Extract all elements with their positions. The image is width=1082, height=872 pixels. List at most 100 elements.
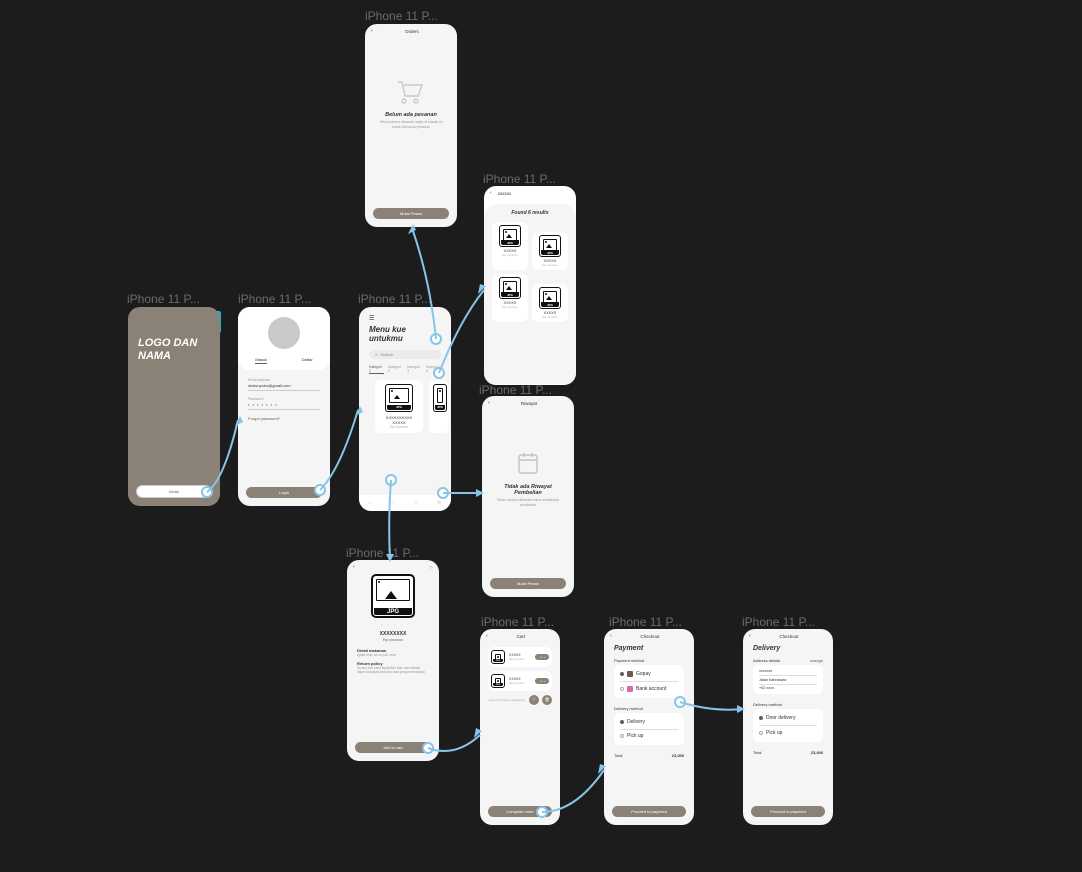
frame-label: iPhone 11 P...: [742, 615, 815, 629]
search-card[interactable]: JPG XXXXX Rp xxxxxxx: [492, 222, 528, 270]
section-heading: Payment: [604, 643, 694, 654]
radio-icon: [620, 720, 624, 724]
page-title: Cart: [517, 634, 526, 639]
back-icon[interactable]: ‹: [486, 633, 488, 639]
delivery-option[interactable]: Door delivery: [759, 713, 817, 723]
search-placeholder: Search: [380, 352, 393, 357]
search-card[interactable]: JPG XXXXX Rp xxxxxxx: [532, 232, 568, 270]
results-count: Found 6 results: [492, 210, 568, 216]
radio-icon: [620, 734, 624, 738]
tab-cat[interactable]: Kategori 3: [407, 365, 422, 374]
jpg-icon: JPG: [539, 287, 561, 309]
page-title: Checkout: [640, 634, 659, 639]
add-cart-button[interactable]: Add to cart: [355, 742, 431, 753]
tab-cat[interactable]: Kategori 2: [388, 365, 403, 374]
cart-item[interactable]: JPG XXXXX Rp xxxxxxx - 1 +: [488, 671, 552, 691]
product-card[interactable]: JPG: [429, 380, 449, 433]
addr-line: +62 xxxx: [759, 686, 817, 690]
option-label: Door delivery: [766, 715, 795, 721]
delivery-option[interactable]: Delivery: [620, 717, 678, 727]
total-label: Total: [614, 753, 622, 758]
frame-splash[interactable]: LOGO DAN NAMA Mulai: [128, 307, 220, 506]
delivery-option[interactable]: Pick up: [759, 728, 817, 738]
tab-cat[interactable]: Kategori 1: [369, 365, 384, 374]
start-order-button[interactable]: Mulai Pesan: [373, 208, 449, 219]
jpg-icon: JPG: [385, 384, 413, 412]
qty-stepper[interactable]: - 1 +: [535, 654, 549, 660]
back-icon[interactable]: ‹: [353, 564, 355, 570]
back-icon[interactable]: ‹: [490, 190, 492, 196]
login-button[interactable]: Login: [246, 487, 322, 498]
dots-indicator: • • • •: [347, 622, 439, 627]
start-order-button[interactable]: Mulai Pesan: [490, 578, 566, 589]
tab-daftar[interactable]: Daftar: [302, 357, 313, 364]
product-card[interactable]: JPG XXXXXXXXXX XXXXX Rp xxxxxxx: [375, 380, 423, 433]
frame-detail[interactable]: ‹ ♡ JPG • • • • XXXXXXXX Rp xxxxxxx Deta…: [347, 560, 439, 761]
search-card[interactable]: JPG XXXXX Rp xxxxxxx: [492, 274, 528, 322]
nav-heart-icon[interactable]: ♡: [390, 500, 394, 506]
frame-payment[interactable]: ‹ Checkout Payment Payment method Gopay …: [604, 629, 694, 825]
addr-line: Jalan babrasara: [759, 678, 817, 682]
section-body: Semua kue kami dipastikan baru dan diant…: [357, 666, 429, 674]
frame-label: iPhone 11 P...: [238, 292, 311, 306]
nav-user-icon[interactable]: ⚇: [414, 500, 418, 506]
search-query[interactable]: xxxxxx: [498, 191, 570, 196]
nav-home-icon[interactable]: ⌂: [368, 500, 371, 506]
complete-button[interactable]: Complete order: [488, 806, 552, 817]
qty-stepper[interactable]: - 1 +: [535, 678, 549, 684]
proceed-button[interactable]: Proceed to payment: [751, 806, 825, 817]
option-label: Gopay: [636, 671, 651, 677]
tab-cat[interactable]: Kategori 4: [426, 365, 441, 374]
delivery-option[interactable]: Pick up: [620, 731, 678, 741]
option-label: Pick up: [766, 730, 782, 736]
jpg-icon: JPG: [433, 384, 447, 412]
back-icon[interactable]: ‹: [488, 400, 490, 406]
empty-sub: Tekan tombol dibawah lanjut di bawah ini…: [365, 118, 457, 131]
frame-orders[interactable]: ‹ Orders Belum ada pesanan Tekan tombol …: [365, 24, 457, 227]
item-sub: Rp xxxxxxx: [495, 305, 525, 309]
pass-field[interactable]: • • • • • • •: [248, 401, 320, 410]
frame-label: iPhone 11 P...: [483, 172, 556, 186]
delete-action-icon[interactable]: 🗑: [542, 695, 552, 705]
payment-option[interactable]: Bank account: [620, 684, 678, 694]
figma-canvas[interactable]: iPhone 11 P... iPhone 11 P... iPhone 11 …: [0, 0, 1082, 872]
heart-icon[interactable]: ♡: [429, 565, 433, 570]
frame-label: iPhone 11 P...: [609, 615, 682, 629]
item-sub: Rp xxxxxxx: [509, 681, 531, 685]
proceed-button[interactable]: Proceed to payment: [612, 806, 686, 817]
search-input[interactable]: ⌕ Search: [369, 350, 441, 359]
back-icon[interactable]: ‹: [749, 633, 751, 639]
search-card[interactable]: JPG XXXXX Rp xxxxxxx: [532, 284, 568, 322]
jpg-icon: JPG: [499, 225, 521, 247]
nav-clock-icon[interactable]: ↻: [437, 500, 441, 506]
frame-delivery[interactable]: ‹ Checkout Delivery Address details chan…: [743, 629, 833, 825]
payment-option[interactable]: Gopay: [620, 669, 678, 679]
frame-history[interactable]: ‹ Riwayat Tidak ada Riwayat Pembelian Te…: [482, 396, 574, 597]
addr-line: xxxxxxx: [759, 669, 817, 673]
jpg-icon: JPG: [499, 277, 521, 299]
back-icon[interactable]: ‹: [610, 633, 612, 639]
tab-masuk[interactable]: Masuk: [255, 357, 267, 364]
search-icon: ⌕: [375, 352, 377, 357]
email-field[interactable]: nickonyoho@gmail.com: [248, 382, 320, 391]
start-button[interactable]: Mulai: [136, 485, 212, 498]
cart-icon: [396, 78, 426, 104]
frame-login[interactable]: Masuk Daftar Email address nickonyoho@gm…: [238, 307, 330, 506]
jpg-icon: JPG: [491, 674, 505, 688]
frame-search[interactable]: ‹ xxxxxx Found 6 results JPG XXXXX Rp xx…: [484, 186, 576, 385]
frame-cart[interactable]: ‹ Cart JPG XXXXX Rp xxxxxxx - 1 + JPG XX…: [480, 629, 560, 825]
heart-action-icon[interactable]: ♡: [529, 695, 539, 705]
frame-label: iPhone 11 P...: [481, 615, 554, 629]
cart-item[interactable]: JPG XXXXX Rp xxxxxxx - 1 +: [488, 647, 552, 667]
page-title: Checkout: [779, 634, 798, 639]
total-value: 23,000: [672, 753, 684, 758]
frame-home[interactable]: ☰ Menu kue untukmu ⌕ Search Kategori 1 K…: [359, 307, 451, 511]
method-label: Payment method: [604, 654, 694, 663]
item-sub: Rp xxxxxxx: [509, 657, 531, 661]
delivery-label: Delivery method: [743, 696, 833, 707]
option-label: Pick up: [627, 733, 643, 739]
change-link[interactable]: change: [810, 658, 823, 663]
logo-text: LOGO DAN NAMA: [128, 307, 220, 363]
back-icon[interactable]: ‹: [371, 28, 373, 34]
forgot-link[interactable]: Forgot password?: [248, 416, 320, 421]
